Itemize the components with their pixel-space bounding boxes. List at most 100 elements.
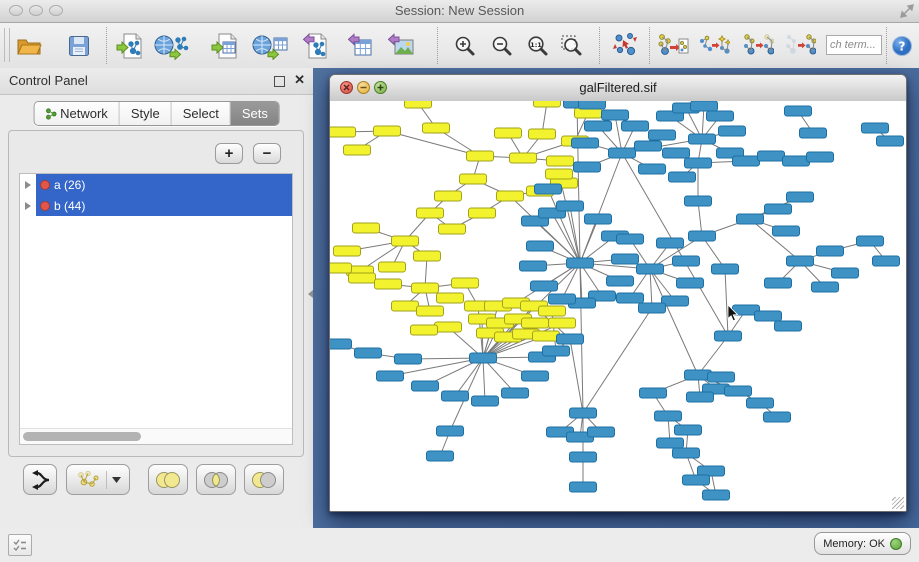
graph-node[interactable]	[677, 278, 704, 288]
graph-node[interactable]	[546, 169, 573, 179]
graph-node[interactable]	[673, 256, 700, 266]
graph-node[interactable]	[669, 172, 696, 182]
graph-node[interactable]	[765, 278, 792, 288]
graph-node[interactable]	[862, 123, 889, 133]
graph-node[interactable]	[574, 162, 601, 172]
graph-node[interactable]	[375, 279, 402, 289]
graph-node[interactable]	[635, 141, 662, 151]
graph-node[interactable]	[543, 346, 570, 356]
select-first-neighbors-button[interactable]	[696, 28, 732, 64]
graph-node[interactable]	[689, 134, 716, 144]
graph-node[interactable]	[522, 371, 549, 381]
open-file-button[interactable]	[11, 28, 47, 64]
graph-node[interactable]	[817, 246, 844, 256]
graph-node[interactable]	[857, 236, 884, 246]
zoom-out-button[interactable]	[484, 28, 520, 64]
graph-node[interactable]	[557, 201, 584, 211]
graph-edge[interactable]	[615, 115, 622, 153]
graph-node[interactable]	[657, 238, 684, 248]
help-button[interactable]: ?	[885, 28, 919, 64]
graph-node[interactable]	[640, 388, 667, 398]
export-network-button[interactable]	[297, 28, 333, 64]
graph-node[interactable]	[439, 224, 466, 234]
set-row-b[interactable]: b (44)	[20, 195, 292, 216]
graph-edge[interactable]	[483, 358, 485, 401]
graph-node[interactable]	[783, 156, 810, 166]
split-set-button[interactable]	[23, 464, 57, 495]
graph-node[interactable]	[617, 234, 644, 244]
graph-node[interactable]	[567, 258, 594, 268]
expand-icon[interactable]	[900, 4, 914, 23]
graph-node[interactable]	[547, 156, 574, 166]
graph-node[interactable]	[330, 339, 352, 349]
graph-node[interactable]	[344, 145, 371, 155]
graph-node[interactable]	[733, 156, 760, 166]
tab-network[interactable]: Network	[34, 102, 120, 125]
network-canvas[interactable]	[330, 101, 906, 511]
graph-node[interactable]	[812, 282, 839, 292]
graph-node[interactable]	[685, 196, 712, 206]
expander-triangle-icon[interactable]	[25, 181, 31, 189]
graph-node[interactable]	[787, 256, 814, 266]
zoom-in-button[interactable]	[447, 28, 483, 64]
export-image-button[interactable]	[382, 28, 418, 64]
graph-node[interactable]	[685, 158, 712, 168]
graph-node[interactable]	[423, 123, 450, 133]
task-history-button[interactable]	[8, 534, 32, 556]
graph-node[interactable]	[392, 301, 419, 311]
graph-node[interactable]	[639, 164, 666, 174]
apply-preferred-layout-button[interactable]	[607, 28, 643, 64]
graph-node[interactable]	[534, 101, 561, 107]
graph-node[interactable]	[787, 192, 814, 202]
graph-node[interactable]	[379, 262, 406, 272]
resize-grip[interactable]	[892, 497, 904, 509]
graph-node[interactable]	[873, 256, 900, 266]
memory-status-button[interactable]: Memory: OK	[814, 532, 911, 555]
graph-node[interactable]	[395, 354, 422, 364]
graph-node[interactable]	[557, 334, 584, 344]
graph-node[interactable]	[832, 268, 859, 278]
graph-node[interactable]	[435, 322, 462, 332]
graph-node[interactable]	[785, 106, 812, 116]
graph-node[interactable]	[334, 246, 361, 256]
graph-node[interactable]	[588, 427, 615, 437]
graph-node[interactable]	[602, 110, 629, 120]
graph-node[interactable]	[427, 451, 454, 461]
graph-edge[interactable]	[698, 336, 728, 375]
export-table-button[interactable]	[342, 28, 378, 64]
graph-node[interactable]	[437, 426, 464, 436]
graph-node[interactable]	[675, 425, 702, 435]
hide-selected-button[interactable]	[740, 28, 776, 64]
network-window-titlebar[interactable]: galFiltered.sif	[330, 75, 906, 102]
graph-node[interactable]	[579, 101, 606, 109]
graph-node[interactable]	[655, 411, 682, 421]
import-network-url-button[interactable]	[150, 28, 194, 64]
tab-sets[interactable]: Sets	[231, 102, 279, 125]
graph-node[interactable]	[417, 306, 444, 316]
graph-node[interactable]	[617, 293, 644, 303]
graph-node[interactable]	[708, 372, 735, 382]
graph-node[interactable]	[764, 412, 791, 422]
splitter-collapse-icon[interactable]	[308, 290, 313, 298]
graph-node[interactable]	[533, 331, 560, 341]
graph-node[interactable]	[673, 448, 700, 458]
graph-node[interactable]	[612, 254, 639, 264]
graph-node[interactable]	[414, 251, 441, 261]
graph-node[interactable]	[355, 348, 382, 358]
graph-node[interactable]	[607, 276, 634, 286]
zoom-fit-selected-button[interactable]	[554, 28, 590, 64]
graph-node[interactable]	[719, 126, 746, 136]
zoom-actual-size-button[interactable]: 1:1	[520, 28, 556, 64]
graph-node[interactable]	[572, 138, 599, 148]
show-all-button[interactable]	[782, 28, 818, 64]
close-panel-icon[interactable]: ✕	[294, 72, 305, 88]
graph-edge[interactable]	[650, 269, 652, 308]
tab-select[interactable]: Select	[172, 102, 231, 125]
graph-node[interactable]	[657, 438, 684, 448]
network-graph[interactable]	[330, 101, 906, 511]
graph-node[interactable]	[412, 381, 439, 391]
tab-style[interactable]: Style	[120, 102, 172, 125]
graph-node[interactable]	[531, 281, 558, 291]
remove-set-button[interactable]: −	[253, 143, 281, 164]
graph-node[interactable]	[374, 126, 401, 136]
